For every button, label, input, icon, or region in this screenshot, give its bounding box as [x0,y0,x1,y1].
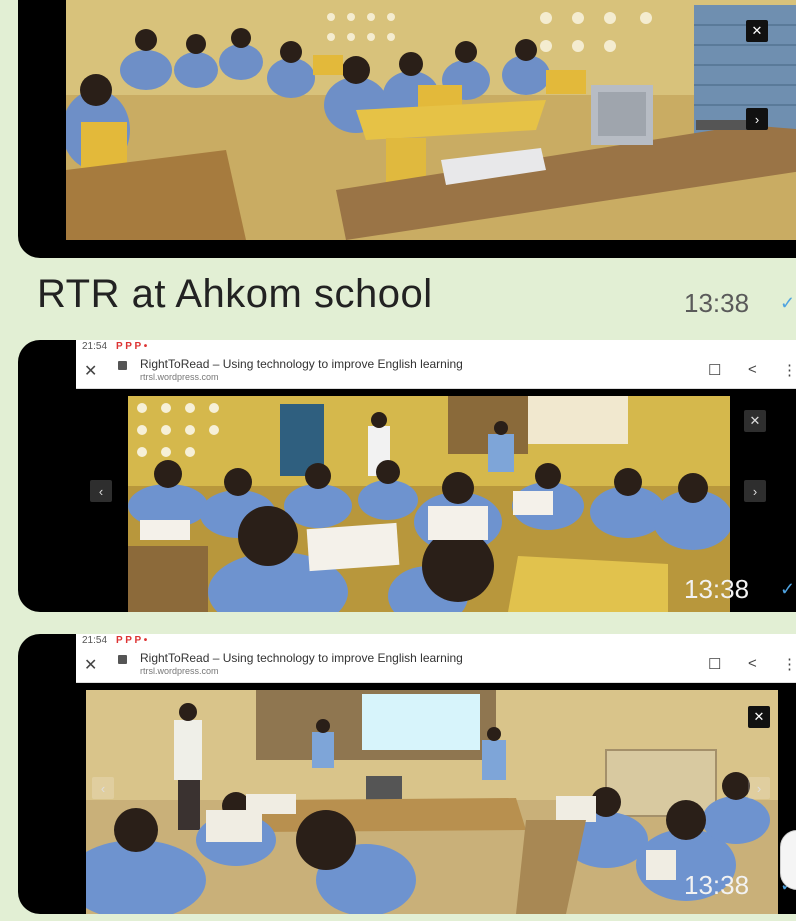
status-bar: 21:54 P P P • [76,340,796,354]
more-options-icon[interactable]: ⋮ [782,361,796,379]
message-timestamp-3: 13:38 [684,870,750,900]
share-icon[interactable]: < [748,361,757,378]
status-indicators: P P P • [116,341,148,352]
lock-icon [118,655,127,664]
message-timestamp-2: 13:38 [684,574,750,604]
scroll-handle[interactable] [780,830,796,890]
close-icon[interactable]: ✕ [746,20,768,42]
status-bar: 21:54 P P P • [76,634,796,648]
classroom-photo-1 [66,0,796,240]
next-image-icon[interactable]: › [748,777,770,799]
previous-image-icon[interactable]: ‹ [92,777,114,799]
read-receipt-icon: ✓ [780,579,796,599]
message-bubble-2: 21:54 P P P • ✕ RightToRead – Using tech… [0,322,796,628]
page-title: RightToRead – Using technology to improv… [140,651,463,665]
bookmark-icon[interactable]: ☐ [708,655,721,673]
read-receipt-icon: ✓ [780,293,796,313]
message-photo-2[interactable]: 21:54 P P P • ✕ RightToRead – Using tech… [18,340,796,612]
page-title: RightToRead – Using technology to improv… [140,357,463,371]
classroom-illustration-1 [66,0,796,240]
close-icon[interactable]: ✕ [744,410,766,432]
status-indicators: P P P • [116,635,148,646]
browser-url-bar: ✕ RightToRead – Using technology to impr… [76,354,796,389]
next-image-icon[interactable]: › [744,480,766,502]
bookmark-icon[interactable]: ☐ [708,361,721,379]
status-time: 21:54 [82,341,108,352]
message-caption: RTR at Ahkom school [37,272,433,316]
browser-url-bar: ✕ RightToRead – Using technology to impr… [76,648,796,683]
classroom-photo-3 [86,690,778,914]
share-icon[interactable]: < [748,655,757,672]
more-options-icon[interactable]: ⋮ [782,655,796,673]
message-photo-1[interactable]: ✕ › [18,0,796,258]
lock-icon [118,361,127,370]
close-icon[interactable]: ✕ [748,706,770,728]
close-tab-icon[interactable]: ✕ [84,361,97,381]
page-host: rtrsl.wordpress.com [140,372,219,382]
classroom-photo-2 [128,396,730,612]
classroom-illustration-2 [128,396,730,612]
classroom-illustration-3 [86,690,778,914]
previous-image-icon[interactable]: ‹ [90,480,112,502]
message-photo-3[interactable]: 21:54 P P P • ✕ RightToRead – Using tech… [18,634,796,914]
close-tab-icon[interactable]: ✕ [84,655,97,675]
next-image-icon[interactable]: › [746,108,768,130]
message-bubble-1: ✕ › RTR at Ahkom school 13:38 ✓ [0,0,796,322]
message-timestamp-1: 13:38 [684,288,750,318]
page-host: rtrsl.wordpress.com [140,666,219,676]
status-time: 21:54 [82,635,108,646]
message-bubble-3: 21:54 P P P • ✕ RightToRead – Using tech… [0,628,796,921]
